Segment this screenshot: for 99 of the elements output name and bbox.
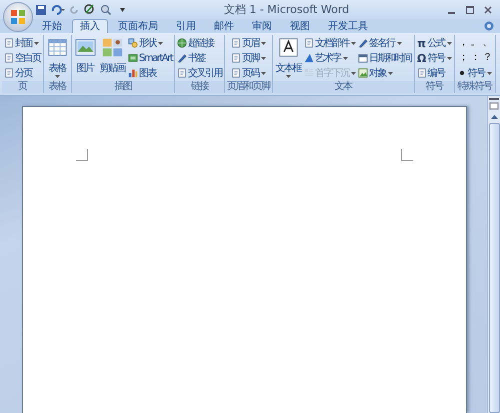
group-label: 链接 (175, 81, 224, 93)
window-title: 文档 1 - Microsoft Word (222, 2, 350, 17)
scroll-up-icon[interactable] (490, 113, 498, 121)
caret-icon (34, 42, 39, 44)
group-label: 页眉和页脚 (225, 81, 272, 93)
symbol-button[interactable]: ， (456, 36, 469, 50)
ribbon-button[interactable]: 编号 (416, 66, 452, 80)
caret-icon (260, 56, 266, 60)
ribbon-button[interactable]: 页眉 (230, 36, 266, 50)
ribbon-tab[interactable]: 开始 (34, 19, 70, 33)
picture-icon (74, 37, 96, 58)
office-logo-icon (10, 9, 26, 25)
ribbon-button[interactable]: 形状 (128, 36, 172, 50)
globe-icon (177, 38, 188, 48)
ribbon-button[interactable]: 页码 (230, 66, 266, 80)
table-icon (46, 37, 68, 58)
clipart-icon (102, 37, 123, 58)
ribbon-tab[interactable]: 审阅 (244, 19, 280, 33)
ribbon-button[interactable]: 表格 (46, 36, 68, 81)
symbol-button[interactable]: ？ (480, 51, 493, 65)
caret-icon (260, 42, 266, 44)
office-button[interactable] (3, 2, 33, 32)
ribbon-tab[interactable]: 开发工具 (320, 19, 376, 33)
symbol-button[interactable]: 、 (480, 36, 493, 50)
ruler-icon[interactable] (489, 98, 499, 110)
caret-icon (351, 42, 356, 44)
ribbon-tab[interactable]: 引用 (168, 19, 204, 33)
ribbon-tab[interactable]: 邮件 (206, 19, 242, 33)
ribbon-button[interactable]: 文档部件 (304, 36, 356, 50)
page-icon (4, 38, 14, 48)
ribbon-button[interactable]: π公式 (416, 36, 452, 50)
pen-icon (358, 38, 368, 48)
caret-icon (388, 72, 394, 74)
text-box-icon (278, 37, 299, 58)
caret-icon (396, 42, 402, 44)
corner-mark (76, 149, 88, 161)
page-icon (230, 53, 241, 63)
ribbon-tab[interactable]: 页面布局 (110, 19, 166, 33)
shapes-icon (128, 38, 138, 48)
group-label: 插图 (72, 81, 174, 93)
ribbon-button[interactable]: 签名行 (358, 36, 412, 50)
page-icon (304, 38, 314, 48)
close-icon[interactable] (484, 6, 492, 14)
calendar-icon (358, 53, 368, 63)
picture-icon (358, 68, 368, 78)
ribbon-button[interactable]: 符号 (456, 66, 493, 80)
caret-icon (446, 42, 452, 44)
symbol-glyph: Ω (416, 52, 427, 64)
ribbon-button[interactable]: 日期和时间 (358, 51, 412, 65)
corner-mark (401, 149, 413, 161)
ribbon-button[interactable]: 文本框 (274, 36, 302, 81)
ribbon-button[interactable]: 书签 (177, 51, 222, 65)
undo-icon[interactable] (51, 4, 65, 14)
caret-icon (342, 56, 348, 60)
triangle-icon (304, 53, 314, 63)
caret-icon (351, 72, 356, 74)
page-icon (177, 68, 188, 78)
caret-icon (55, 75, 60, 78)
diagram-icon (128, 53, 138, 63)
caret-icon (486, 72, 492, 74)
save-icon[interactable] (36, 4, 46, 14)
ribbon-button[interactable]: 交叉引用 (177, 66, 222, 80)
group-label: 页 (2, 81, 42, 93)
caret-icon (158, 42, 163, 44)
ribbon-button[interactable]: 图表 (128, 66, 172, 80)
ribbon-button[interactable]: SmartArt (128, 51, 172, 65)
ribbon-button[interactable]: Ω符号 (416, 51, 452, 65)
caret-icon (260, 72, 266, 74)
page-icon (416, 68, 427, 78)
symbol-button[interactable]: ； (456, 51, 469, 65)
chart-icon (128, 68, 138, 78)
ribbon-button[interactable]: 分页 (4, 66, 40, 80)
ribbon-button[interactable]: 图片 (74, 36, 96, 81)
ribbon-button[interactable]: 空白页 (4, 51, 40, 65)
ribbon-button[interactable]: 剪贴画 (98, 36, 126, 81)
ribbon-tab[interactable]: 视图 (282, 19, 318, 33)
symbol-glyph: π (416, 36, 427, 50)
ribbon-button[interactable]: 对象 (358, 66, 412, 80)
symbol-button[interactable]: ： (468, 51, 481, 65)
ribbon-button[interactable]: 封面 (4, 36, 40, 50)
customize-caret-icon[interactable] (120, 8, 125, 12)
page-icon (230, 68, 241, 78)
group-label: 符号 (414, 81, 454, 93)
pen-icon (177, 53, 188, 63)
page-icon (4, 53, 14, 63)
caret-icon (446, 56, 452, 60)
scrollbar-thumb[interactable] (488, 123, 500, 413)
group-label: 特殊符号 (454, 81, 495, 93)
ribbon-button[interactable]: 超链接 (177, 36, 222, 50)
group-label: 文本 (272, 81, 414, 93)
maximize-icon[interactable] (466, 6, 474, 14)
group-label: 表格 (44, 81, 70, 93)
caret-icon (286, 75, 292, 78)
ribbon-tab[interactable]: 插入 (72, 19, 108, 33)
ribbon-button[interactable]: 页脚 (230, 51, 266, 65)
symbol-button[interactable]: 。 (468, 36, 481, 50)
page-icon (230, 38, 241, 48)
ribbon-button[interactable]: 艺术字 (304, 51, 356, 65)
page-icon (4, 68, 14, 78)
